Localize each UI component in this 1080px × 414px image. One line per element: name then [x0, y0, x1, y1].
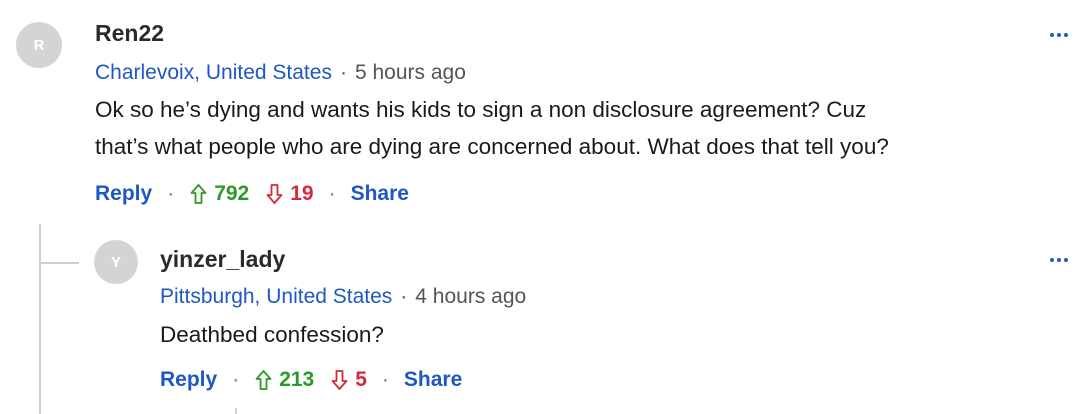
meta-separator: · [339, 61, 347, 84]
comment-ren22: R Ren22 Charlevoix, United States · 5 hour… [0, 0, 1080, 230]
downvote-count: 5 [355, 368, 367, 391]
share-button[interactable]: Share [404, 368, 462, 392]
reply-button[interactable]: Reply [160, 368, 217, 392]
downvote-button[interactable]: 19 [265, 182, 314, 206]
avatar-initial: R [33, 36, 45, 54]
upvote-count: 792 [214, 182, 250, 205]
comment-body: Deathbed confession? [160, 316, 384, 353]
downvote-button[interactable]: 5 [330, 368, 367, 392]
comment-meta: Charlevoix, United States · 5 hours ago [95, 61, 466, 85]
comment-body-line: Deathbed confession? [160, 322, 384, 347]
action-separator: · [328, 182, 336, 205]
comment-timestamp: 5 hours ago [354, 61, 466, 84]
upvote-button[interactable]: 792 [189, 182, 249, 206]
comment-actions: Reply · 792 19 · Share [95, 181, 409, 207]
comment-timestamp: 4 hours ago [415, 285, 527, 308]
arrow-down-outline-icon [331, 370, 348, 390]
arrow-up-outline-icon [190, 184, 207, 204]
comment-yinzer-lady: Y yinzer_lady Pittsburgh, United States ·… [0, 230, 1080, 414]
upvote-count: 213 [279, 368, 315, 391]
upvote-button[interactable]: 213 [254, 368, 314, 392]
meta-separator: · [400, 285, 408, 308]
author-name[interactable]: Ren22 [95, 20, 164, 47]
action-separator: · [232, 368, 240, 391]
author-name[interactable]: yinzer_lady [160, 246, 285, 273]
action-separator: · [167, 182, 175, 205]
thread-line-vertical [235, 408, 237, 414]
action-separator: · [381, 368, 389, 391]
more-horizontal-icon [1050, 33, 1054, 37]
author-location: Pittsburgh, United States [160, 285, 393, 308]
avatar[interactable]: R [16, 22, 62, 68]
author-location: Charlevoix, United States [95, 61, 332, 84]
comment-actions: Reply · 213 5 · Share [160, 367, 462, 393]
avatar[interactable]: Y [94, 240, 138, 284]
downvote-count: 19 [290, 182, 314, 205]
more-options-button[interactable] [1050, 33, 1068, 37]
reply-button[interactable]: Reply [95, 182, 152, 206]
arrow-up-outline-icon [255, 370, 272, 390]
more-horizontal-icon [1050, 258, 1054, 262]
arrow-down-outline-icon [266, 184, 283, 204]
comment-body-line: Ok so he’s dying and wants his kids to s… [95, 97, 867, 122]
share-button[interactable]: Share [351, 182, 409, 206]
comment-body-line: that’s what people who are dying are con… [95, 134, 889, 159]
comment-meta: Pittsburgh, United States · 4 hours ago [160, 285, 526, 309]
comment-body: Ok so he’s dying and wants his kids to s… [95, 91, 889, 165]
more-options-button[interactable] [1050, 258, 1068, 262]
avatar-initial: Y [110, 253, 121, 271]
